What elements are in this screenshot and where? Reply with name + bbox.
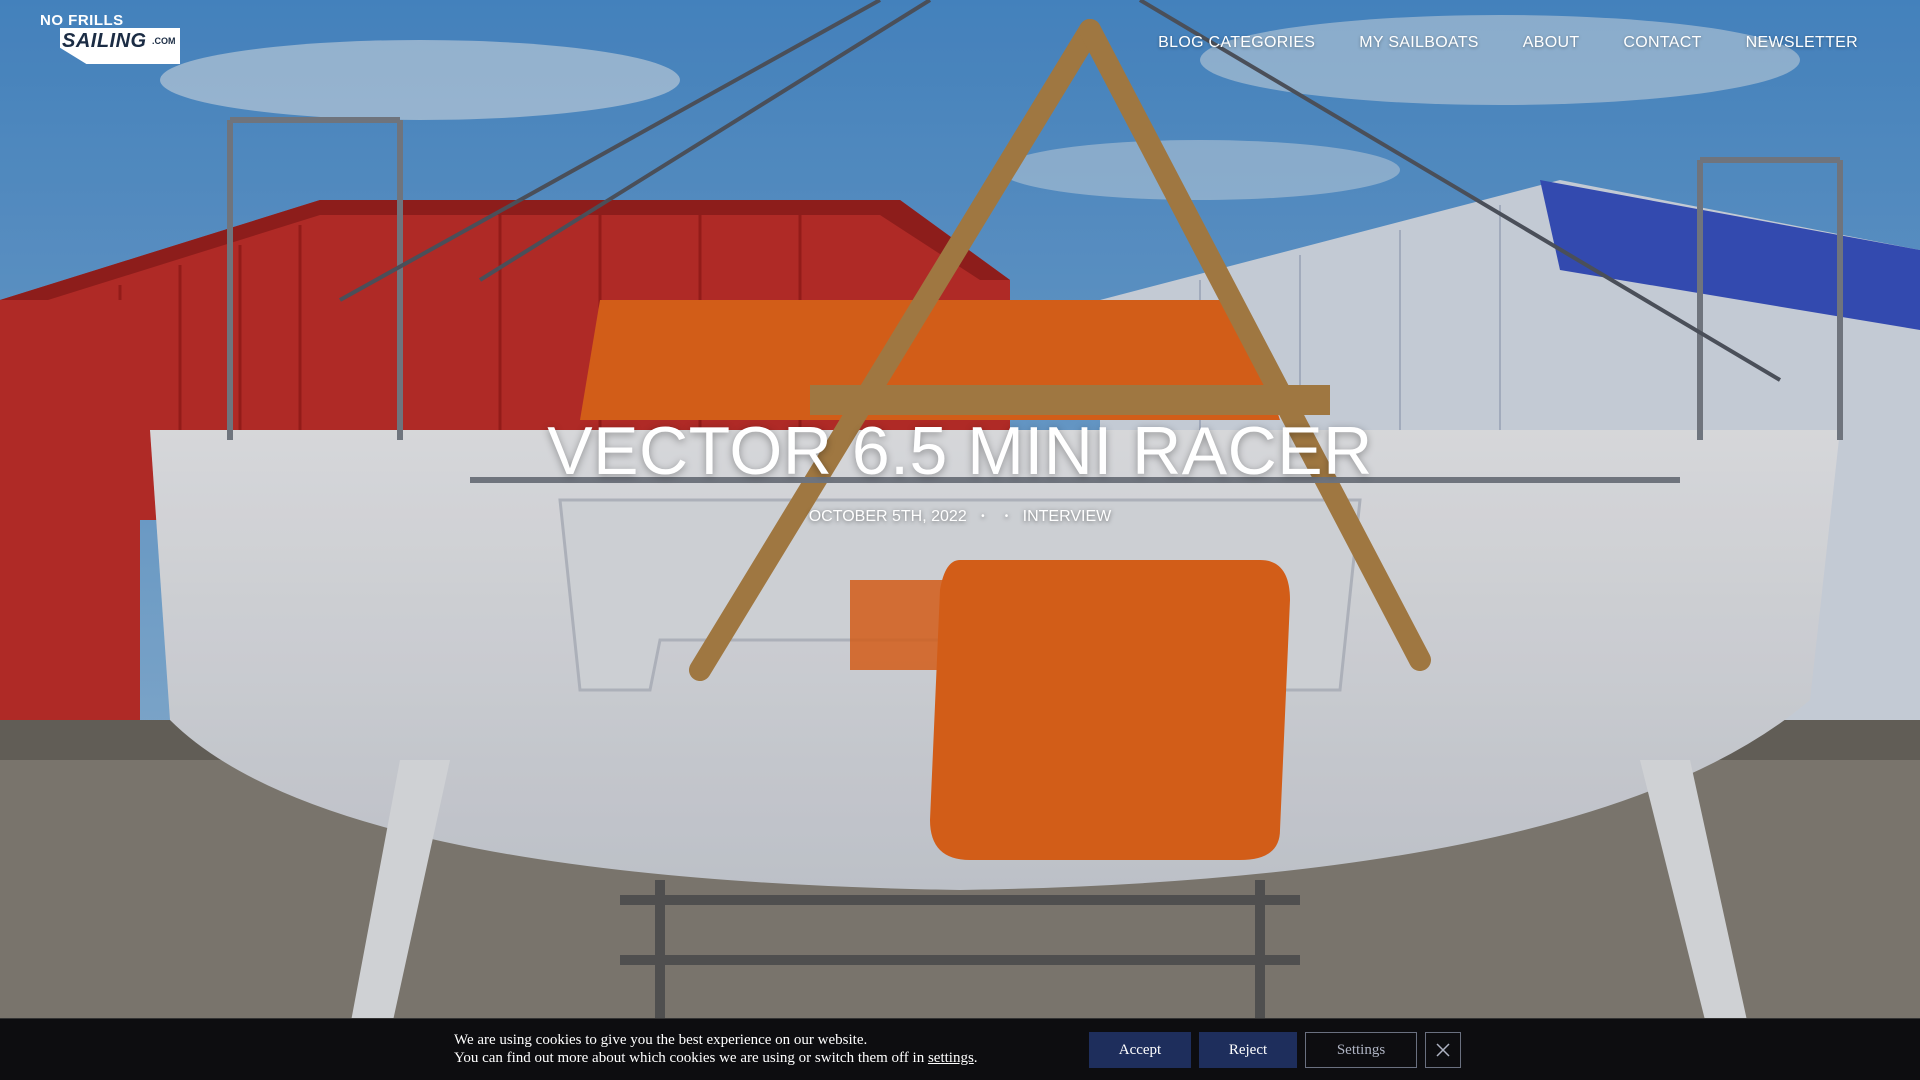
- post-meta: OCTOBER 5TH, 2022 • • INTERVIEW: [0, 508, 1920, 526]
- cookie-settings-link[interactable]: settings: [928, 1050, 974, 1066]
- meta-separator-dot: •: [1004, 511, 1009, 523]
- logo-top-text: NO FRILLS: [40, 12, 124, 29]
- site-logo[interactable]: NO FRILLS SAILING .COM: [40, 12, 180, 64]
- logo-suffix-text: .COM: [152, 36, 176, 46]
- hero-photo: [0, 0, 1920, 1080]
- logo-main-text: SAILING: [62, 30, 147, 52]
- cookie-message-suffix: .: [973, 1050, 978, 1066]
- cookie-message-line-1: We are using cookies to give you the bes…: [454, 1032, 868, 1048]
- nav-newsletter[interactable]: NEWSLETTER: [1746, 34, 1858, 52]
- nav-my-sailboats[interactable]: MY SAILBOATS: [1359, 34, 1479, 52]
- main-nav: BLOG CATEGORIES MY SAILBOATS ABOUT CONTA…: [1158, 34, 1858, 52]
- close-icon: [1436, 1043, 1450, 1057]
- site-header: NO FRILLS SAILING .COM BLOG CATEGORIES M…: [0, 0, 1920, 90]
- nav-about[interactable]: ABOUT: [1523, 34, 1580, 52]
- cookie-consent-bar: We are using cookies to give you the bes…: [0, 1018, 1920, 1080]
- nav-blog-categories[interactable]: BLOG CATEGORIES: [1158, 34, 1315, 52]
- cookie-reject-button[interactable]: Reject: [1199, 1032, 1297, 1068]
- cookie-accept-button[interactable]: Accept: [1089, 1032, 1191, 1068]
- cookie-close-button[interactable]: [1425, 1032, 1461, 1068]
- post-title: VECTOR 6.5 MINI RACER: [547, 413, 1373, 489]
- cookie-message-prefix: You can find out more about which cookie…: [454, 1050, 928, 1066]
- nav-contact[interactable]: CONTACT: [1623, 34, 1701, 52]
- cookie-settings-button[interactable]: Settings: [1305, 1032, 1417, 1068]
- cookie-message: We are using cookies to give you the bes…: [454, 1031, 978, 1067]
- cookie-message-line-2: You can find out more about which cookie…: [454, 1049, 978, 1067]
- post-date: OCTOBER 5TH, 2022: [808, 508, 967, 525]
- hero-background: [0, 0, 1920, 1080]
- post-category-link[interactable]: INTERVIEW: [1023, 508, 1112, 525]
- meta-separator-dot: •: [981, 511, 985, 523]
